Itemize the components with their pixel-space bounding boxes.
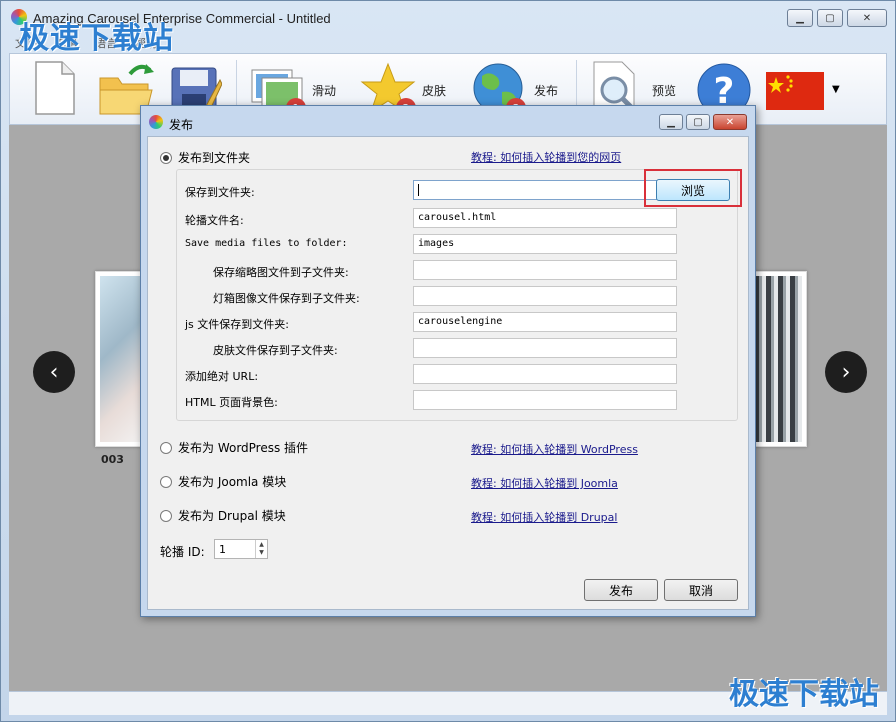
save-folder-input[interactable] bbox=[413, 180, 677, 200]
chevron-down-icon[interactable]: ▼ bbox=[832, 84, 840, 95]
dialog-window-controls: ▁ ▢ ✕ bbox=[659, 114, 747, 130]
lightbox-folder-input[interactable] bbox=[413, 286, 677, 306]
carousel-id-value: 1 bbox=[219, 543, 226, 556]
preview-label: 预览 bbox=[652, 84, 677, 98]
skin-folder-label: 皮肤文件保存到子文件夹: bbox=[213, 344, 338, 357]
publish-folder-option[interactable]: 发布到文件夹 bbox=[160, 149, 250, 166]
lightbox-folder-label: 灯箱图像文件保存到子文件夹: bbox=[213, 292, 360, 305]
publish-folder-label: 发布到文件夹 bbox=[178, 151, 251, 165]
watermark-logo: 极速下载站 bbox=[19, 21, 174, 56]
carousel-slide-right[interactable] bbox=[749, 271, 807, 447]
maximize-button[interactable]: ▢ bbox=[817, 9, 843, 27]
absolute-url-input[interactable] bbox=[413, 364, 677, 384]
new-file-button[interactable] bbox=[32, 60, 76, 119]
slide-image bbox=[754, 276, 802, 442]
js-folder-input[interactable]: carouselengine bbox=[413, 312, 677, 332]
publish-drupal-label: 发布为 Drupal 模块 bbox=[178, 509, 286, 523]
carousel-next-arrow[interactable]: › bbox=[825, 351, 867, 393]
thumbnail-folder-input[interactable] bbox=[413, 260, 677, 280]
carousel-prev-arrow[interactable]: ‹ bbox=[33, 351, 75, 393]
dialog-close-button[interactable]: ✕ bbox=[713, 114, 747, 130]
radio-unselected[interactable] bbox=[160, 441, 172, 454]
china-flag-icon bbox=[766, 72, 824, 110]
drupal-tutorial-link[interactable]: 教程: 如何插入轮播到 Drupal bbox=[471, 509, 617, 525]
skin-label: 皮肤 bbox=[422, 84, 447, 98]
dialog-minimize-button[interactable]: ▁ bbox=[659, 114, 683, 130]
wordpress-tutorial-link[interactable]: 教程: 如何插入轮播到 WordPress bbox=[471, 441, 638, 457]
media-folder-label: Save media files to folder: bbox=[185, 238, 348, 249]
bg-color-label: HTML 页面背景色: bbox=[185, 396, 278, 409]
carousel-id-stepper[interactable]: 1 ▲ ▼ bbox=[214, 539, 268, 559]
joomla-tutorial-link[interactable]: 教程: 如何插入轮播到 Joomla bbox=[471, 475, 618, 491]
bg-color-input[interactable] bbox=[413, 390, 677, 410]
dialog-title: 发布 bbox=[169, 118, 194, 132]
publish-submit-button[interactable]: 发布 bbox=[584, 579, 658, 601]
slide-caption: 003 bbox=[101, 453, 124, 466]
watermark-logo-bottom: 极速下载站 bbox=[729, 677, 879, 712]
thumbnail-folder-label: 保存缩略图文件到子文件夹: bbox=[213, 266, 349, 279]
publish-wordpress-option[interactable]: 发布为 WordPress 插件 bbox=[160, 439, 308, 456]
media-folder-input[interactable]: images bbox=[413, 234, 677, 254]
window-controls: ▁ ▢ ✕ bbox=[787, 9, 887, 27]
absolute-url-label: 添加绝对 URL: bbox=[185, 370, 259, 383]
language-flag-button[interactable] bbox=[766, 72, 824, 113]
publish-joomla-option[interactable]: 发布为 Joomla 模块 bbox=[160, 473, 286, 490]
browse-button[interactable]: 浏览 bbox=[656, 179, 730, 201]
skin-folder-input[interactable] bbox=[413, 338, 677, 358]
publish-label: 发布 bbox=[534, 84, 559, 98]
slide-label: 滑动 bbox=[312, 84, 337, 98]
new-file-icon bbox=[35, 61, 75, 115]
text-caret bbox=[418, 184, 419, 196]
cancel-button[interactable]: 取消 bbox=[664, 579, 738, 601]
js-folder-label: js 文件保存到文件夹: bbox=[185, 318, 289, 331]
close-button[interactable]: ✕ bbox=[847, 9, 887, 27]
dialog-body: 发布到文件夹 教程: 如何插入轮播到您的网页 保存到文件夹: 轮播文件名: ca… bbox=[147, 136, 749, 610]
save-folder-label: 保存到文件夹: bbox=[185, 186, 255, 199]
dialog-logo-icon bbox=[149, 115, 163, 129]
publish-drupal-option[interactable]: 发布为 Drupal 模块 bbox=[160, 507, 286, 524]
publish-wordpress-label: 发布为 WordPress 插件 bbox=[178, 441, 309, 455]
radio-unselected[interactable] bbox=[160, 509, 172, 522]
radio-unselected[interactable] bbox=[160, 475, 172, 488]
folder-tutorial-link[interactable]: 教程: 如何插入轮播到您的网页 bbox=[471, 149, 621, 165]
dialog-maximize-button[interactable]: ▢ bbox=[686, 114, 710, 130]
minimize-button[interactable]: ▁ bbox=[787, 9, 813, 27]
filename-input[interactable]: carousel.html bbox=[413, 208, 677, 228]
stepper-arrows-icon[interactable]: ▲ ▼ bbox=[255, 540, 267, 558]
publish-joomla-label: 发布为 Joomla 模块 bbox=[178, 475, 287, 489]
filename-label: 轮播文件名: bbox=[185, 214, 244, 227]
dialog-title-bar: 发布 ▁ ▢ ✕ bbox=[141, 106, 755, 136]
publish-dialog: 发布 ▁ ▢ ✕ 发布到文件夹 教程: 如何插入轮播到您的网页 保存到文件夹: … bbox=[140, 105, 756, 617]
carousel-id-label: 轮播 ID: bbox=[160, 545, 205, 559]
radio-selected[interactable] bbox=[160, 151, 172, 164]
